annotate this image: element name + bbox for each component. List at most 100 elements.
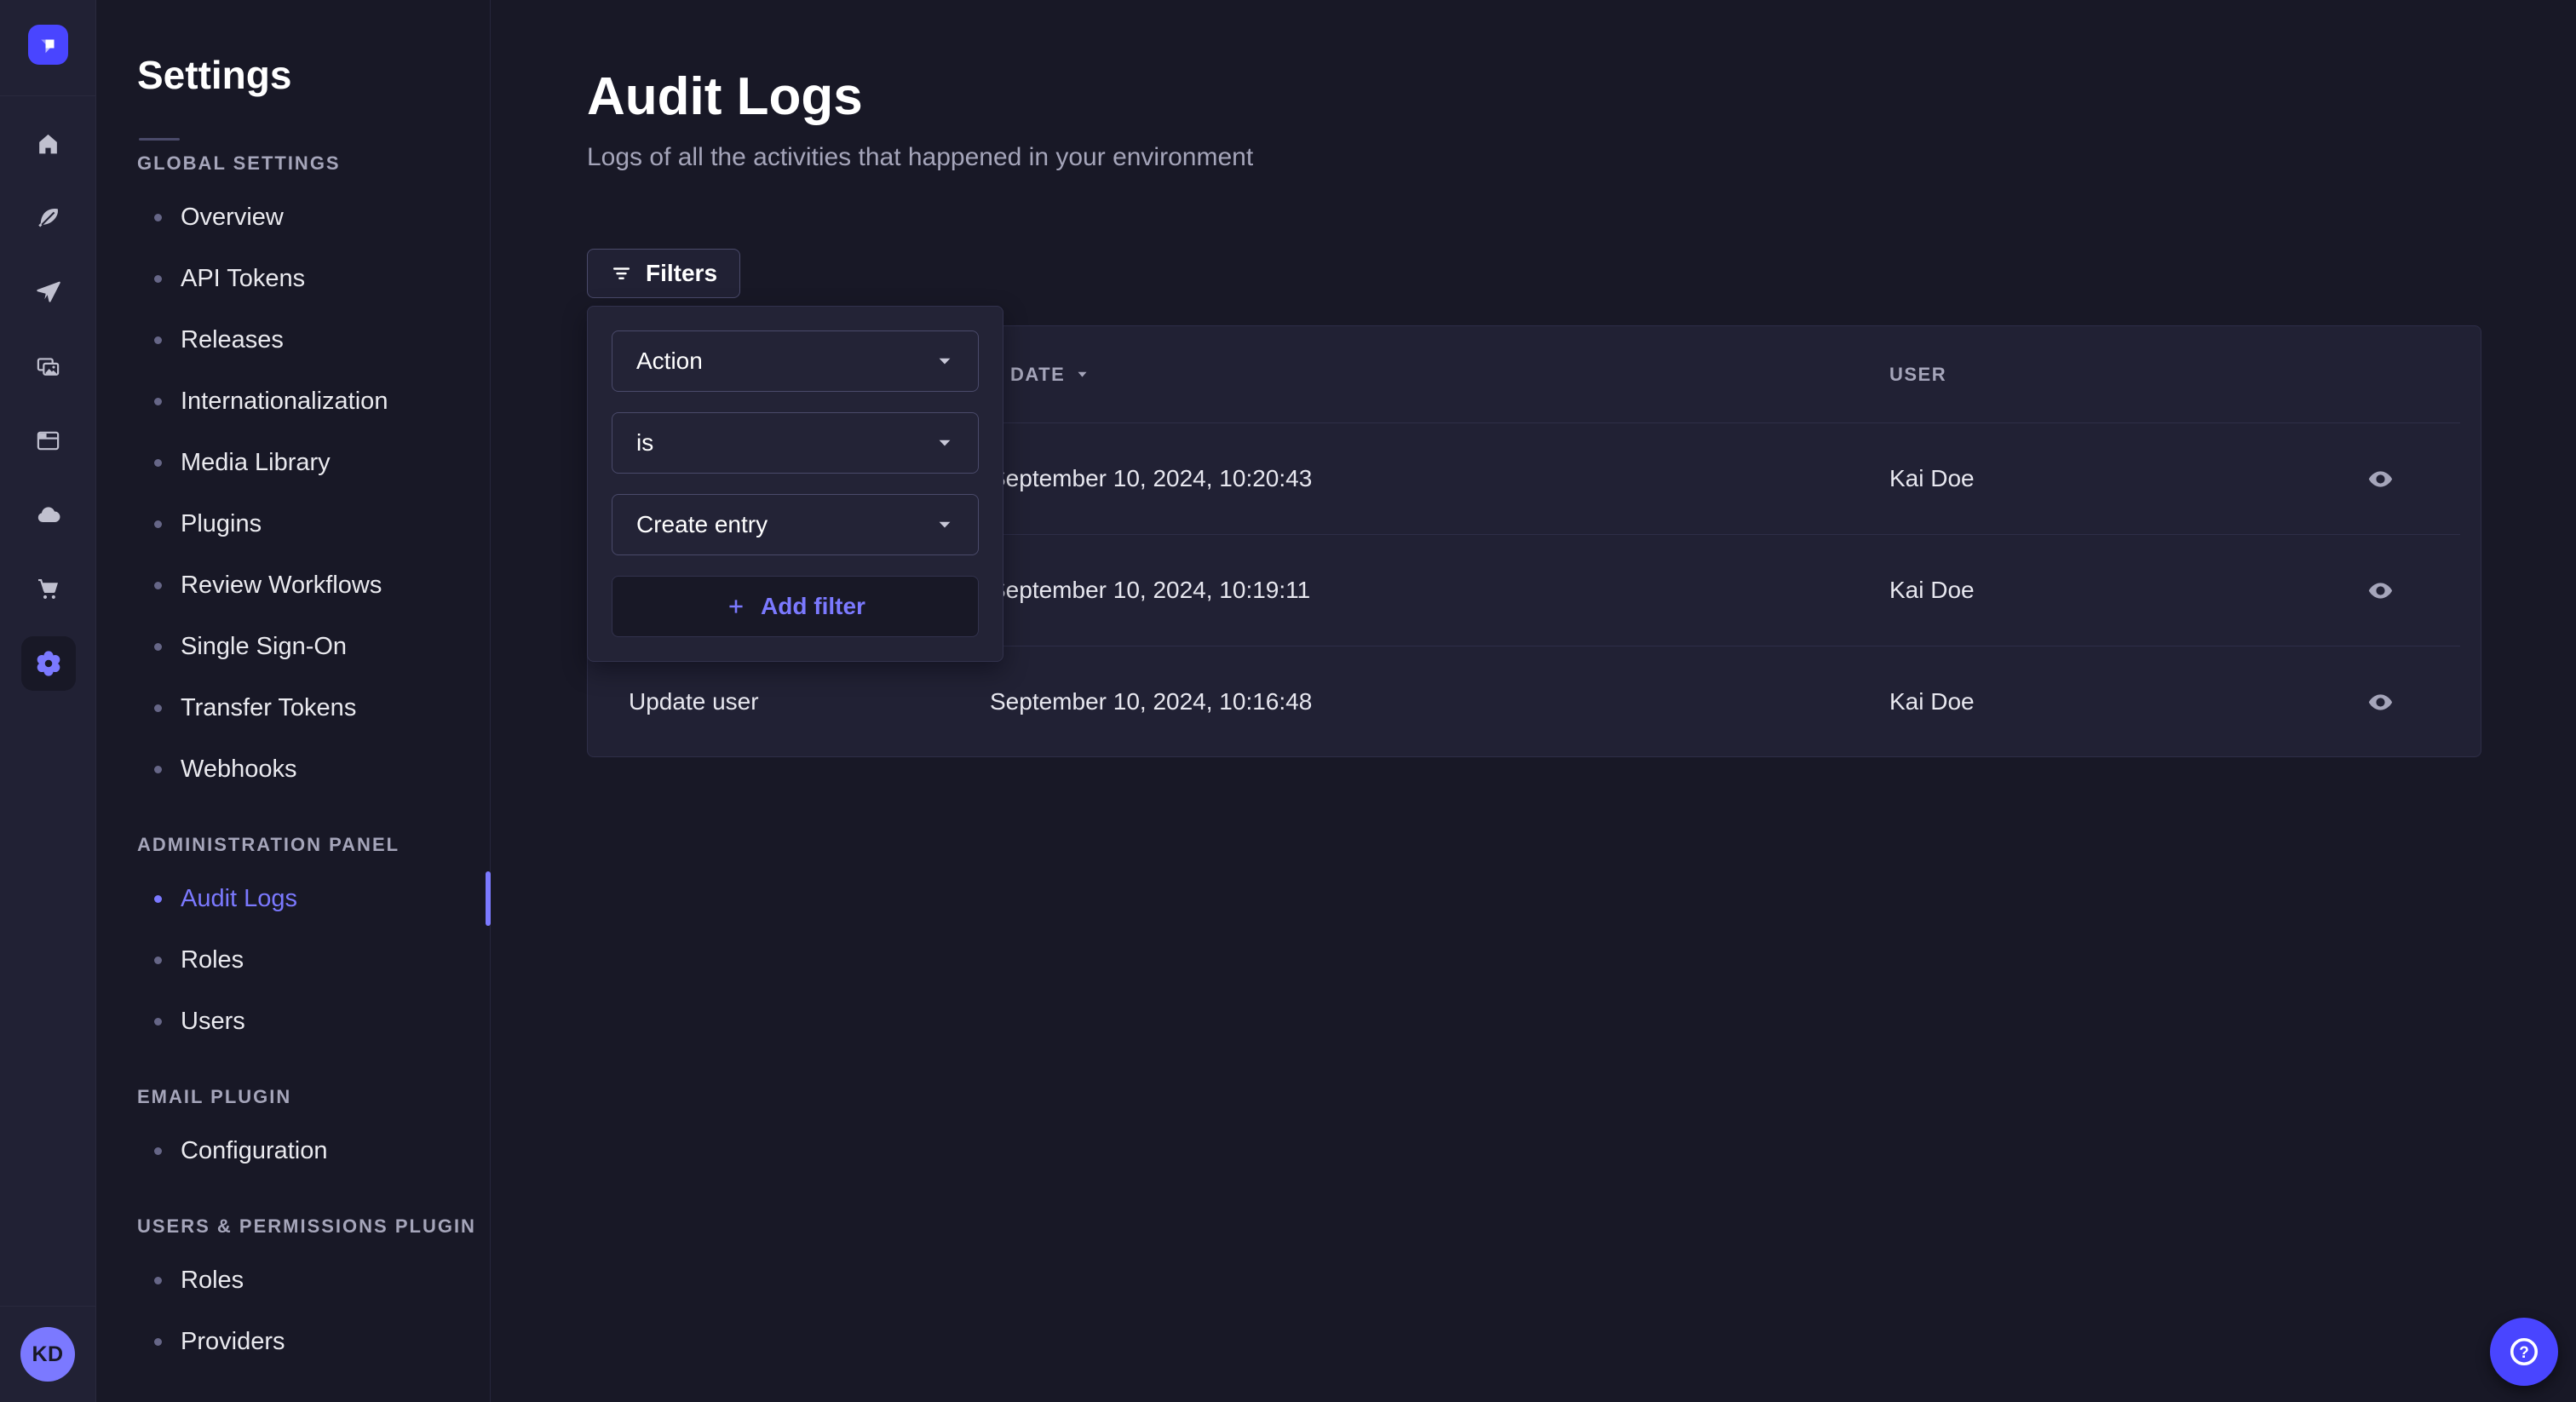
rail-divider bbox=[0, 95, 96, 96]
subnav-title: Settings bbox=[137, 53, 490, 97]
sidebar-item-label: Plugins bbox=[181, 510, 262, 538]
settings-subnav: Settings GLOBAL SETTINGS Overview API To… bbox=[97, 0, 491, 1402]
filter-popover: Action is Create entry Add filter bbox=[587, 306, 1003, 662]
sidebar-item-plugins[interactable]: Plugins bbox=[137, 493, 490, 554]
rail-item-deploy[interactable] bbox=[0, 478, 96, 552]
nav-list-global-settings: Overview API Tokens Releases Internation… bbox=[137, 187, 490, 800]
sidebar-item-label: Roles bbox=[181, 1267, 244, 1295]
chevron-down-icon bbox=[935, 515, 954, 534]
sidebar-item-label: Internationalization bbox=[181, 388, 388, 416]
sidebar-item-configuration[interactable]: Configuration bbox=[137, 1120, 490, 1181]
section-header-administration-panel: ADMINISTRATION PANEL bbox=[137, 834, 490, 856]
images-icon bbox=[35, 353, 61, 380]
nav-list-administration-panel: Audit Logs Roles Users bbox=[137, 868, 490, 1052]
help-button[interactable]: ? bbox=[2490, 1318, 2558, 1386]
cloud-icon bbox=[35, 502, 61, 528]
plus-icon bbox=[725, 595, 747, 618]
sidebar-item-transfer-tokens[interactable]: Transfer Tokens bbox=[137, 677, 490, 738]
settings-active-highlight bbox=[21, 636, 76, 691]
eye-icon bbox=[2366, 688, 2395, 716]
sidebar-item-media-library[interactable]: Media Library bbox=[137, 432, 490, 493]
column-header-date[interactable]: DATE bbox=[990, 364, 1889, 386]
section-header-global-settings: GLOBAL SETTINGS bbox=[137, 152, 490, 175]
rail-item-content[interactable] bbox=[0, 181, 96, 256]
avatar[interactable]: KD bbox=[20, 1327, 75, 1382]
sidebar-item-label: Providers bbox=[181, 1328, 285, 1356]
cart-icon bbox=[35, 576, 61, 602]
sidebar-item-review-workflows[interactable]: Review Workflows bbox=[137, 554, 490, 616]
filter-value-value: Create entry bbox=[636, 511, 768, 538]
view-log-button[interactable] bbox=[2358, 680, 2402, 724]
column-header-user: USER bbox=[1889, 364, 2320, 386]
sidebar-item-label: API Tokens bbox=[181, 265, 305, 293]
sidebar-item-webhooks[interactable]: Webhooks bbox=[137, 738, 490, 800]
sidebar-item-providers[interactable]: Providers bbox=[137, 1311, 490, 1372]
cell-date: September 10, 2024, 10:20:43 bbox=[990, 465, 1889, 492]
filter-field-value: Action bbox=[636, 348, 703, 375]
strapi-logo-icon bbox=[36, 32, 61, 58]
home-icon bbox=[35, 131, 61, 158]
filter-icon bbox=[610, 262, 633, 285]
rail-item-content-manager[interactable] bbox=[0, 404, 96, 478]
column-header-date-label: DATE bbox=[1010, 364, 1065, 386]
add-filter-button[interactable]: Add filter bbox=[612, 576, 979, 637]
icon-rail: KD bbox=[0, 0, 96, 1402]
sidebar-item-label: Roles bbox=[181, 946, 244, 974]
sidebar-item-label: Transfer Tokens bbox=[181, 694, 356, 722]
paper-plane-icon bbox=[35, 279, 61, 306]
nav-list-users-permissions-plugin: Roles Providers bbox=[137, 1250, 490, 1372]
sidebar-item-audit-logs[interactable]: Audit Logs bbox=[137, 868, 490, 929]
sidebar-item-roles-up[interactable]: Roles bbox=[137, 1250, 490, 1311]
view-log-button[interactable] bbox=[2358, 568, 2402, 612]
rail-item-releases[interactable] bbox=[0, 256, 96, 330]
filter-value-select[interactable]: Create entry bbox=[612, 494, 979, 555]
feather-icon bbox=[35, 205, 61, 232]
cell-user: Kai Doe bbox=[1889, 577, 2320, 604]
sidebar-item-single-sign-on[interactable]: Single Sign-On bbox=[137, 616, 490, 677]
page-title: Audit Logs bbox=[587, 66, 863, 127]
rail-item-marketplace[interactable] bbox=[0, 552, 96, 626]
filter-operator-select[interactable]: is bbox=[612, 412, 979, 474]
sidebar-item-label: Configuration bbox=[181, 1137, 328, 1165]
rail-item-home[interactable] bbox=[0, 107, 96, 181]
sidebar-item-roles-admin[interactable]: Roles bbox=[137, 929, 490, 991]
view-log-button[interactable] bbox=[2358, 457, 2402, 501]
rail-item-settings[interactable] bbox=[0, 626, 96, 700]
filters-button[interactable]: Filters bbox=[587, 249, 740, 298]
filters-button-label: Filters bbox=[646, 260, 717, 287]
svg-text:?: ? bbox=[2519, 1344, 2529, 1362]
rail-item-media[interactable] bbox=[0, 330, 96, 404]
eye-icon bbox=[2366, 465, 2395, 493]
section-header-email-plugin: EMAIL PLUGIN bbox=[137, 1086, 490, 1108]
nav-list-email-plugin: Configuration bbox=[137, 1120, 490, 1181]
sidebar-item-api-tokens[interactable]: API Tokens bbox=[137, 248, 490, 309]
strapi-logo[interactable] bbox=[28, 25, 68, 65]
sidebar-item-label: Overview bbox=[181, 204, 284, 232]
sidebar-item-label: Releases bbox=[181, 326, 284, 354]
sidebar-item-internationalization[interactable]: Internationalization bbox=[137, 371, 490, 432]
sidebar-item-label: Review Workflows bbox=[181, 572, 382, 600]
gear-icon bbox=[34, 649, 63, 678]
sidebar-item-label: Audit Logs bbox=[181, 885, 297, 913]
sidebar-item-label: Webhooks bbox=[181, 756, 297, 784]
cell-user: Kai Doe bbox=[1889, 688, 2320, 715]
sidebar-item-label: Users bbox=[181, 1008, 245, 1036]
sidebar-item-overview[interactable]: Overview bbox=[137, 187, 490, 248]
cell-date: September 10, 2024, 10:16:48 bbox=[990, 688, 1889, 715]
sidebar-item-label: Single Sign-On bbox=[181, 633, 347, 661]
add-filter-label: Add filter bbox=[761, 593, 865, 620]
page-subtitle: Logs of all the activities that happened… bbox=[587, 143, 1253, 172]
filter-field-select[interactable]: Action bbox=[612, 330, 979, 392]
rail-divider bbox=[0, 1306, 96, 1307]
cell-user: Kai Doe bbox=[1889, 465, 2320, 492]
eye-icon bbox=[2366, 577, 2395, 605]
title-divider bbox=[139, 138, 180, 141]
sidebar-item-releases[interactable]: Releases bbox=[137, 309, 490, 371]
filter-operator-value: is bbox=[636, 429, 653, 457]
sidebar-item-users[interactable]: Users bbox=[137, 991, 490, 1052]
layout-icon bbox=[35, 428, 61, 454]
main-content: Audit Logs Logs of all the activities th… bbox=[492, 0, 2576, 1402]
chevron-down-icon bbox=[935, 352, 954, 371]
cell-date: September 10, 2024, 10:19:11 bbox=[990, 577, 1889, 604]
table-row[interactable]: Update user September 10, 2024, 10:16:48… bbox=[588, 646, 2481, 757]
